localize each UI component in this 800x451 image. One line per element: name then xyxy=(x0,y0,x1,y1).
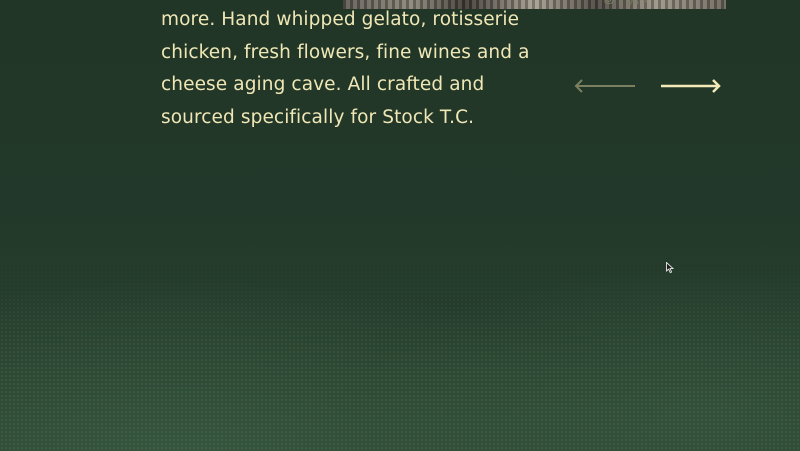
arrow-right-icon xyxy=(661,79,721,93)
intro-line: more. Hand whipped gelato, rotisserie xyxy=(161,9,520,30)
halftone-background xyxy=(0,250,800,451)
intro-line: chicken, fresh flowers, fine wines and a xyxy=(161,41,530,63)
arrow-left-icon xyxy=(574,79,635,93)
intro-line: sourced specifically for Stock T.C. xyxy=(161,107,475,129)
carousel-next-button[interactable] xyxy=(660,74,722,98)
carousel-prev-button[interactable] xyxy=(574,74,636,98)
stamp-text: E ST W STATION K-TOR xyxy=(520,0,695,9)
circular-stamp-badge: E ST W STATION K-TOR xyxy=(520,0,720,60)
intro-paragraph: more. Hand whipped gelato, rotisserie ch… xyxy=(161,4,541,135)
intro-line: cheese aging cave. All crafted and xyxy=(161,74,485,96)
mouse-cursor-icon xyxy=(666,259,675,274)
